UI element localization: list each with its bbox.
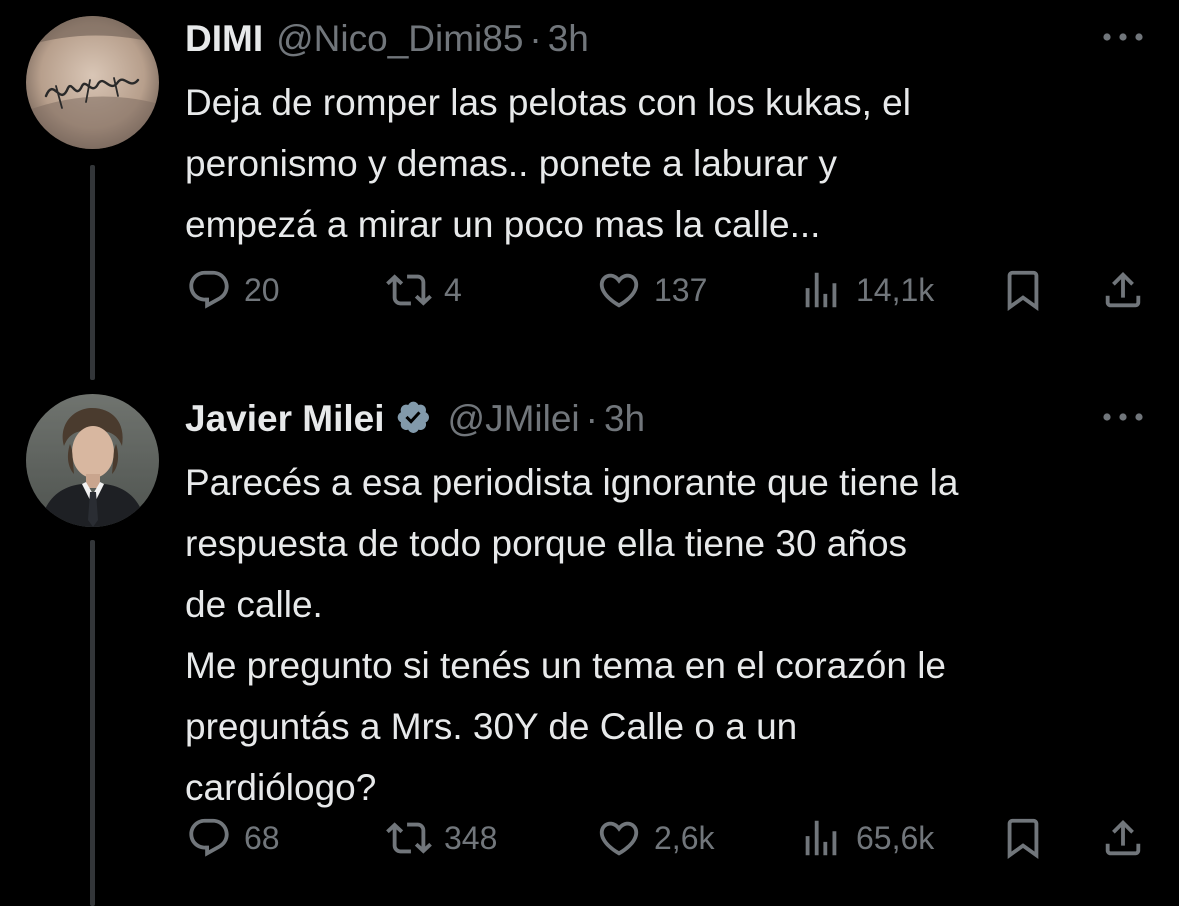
author-handle[interactable]: @JMilei: [448, 398, 580, 440]
tattoo-signature-avatar: [26, 16, 159, 149]
retweet-count: 348: [444, 819, 498, 856]
avatar[interactable]: [26, 394, 159, 527]
views-button[interactable]: 14,1k: [798, 265, 934, 315]
timestamp[interactable]: 3h: [548, 18, 589, 60]
action-bar: 20 4 137 14,1k: [186, 265, 1149, 315]
views-count: 65,6k: [856, 819, 935, 856]
tweet[interactable]: Javier Milei @JMilei · 3h Parecés a esa …: [0, 380, 1179, 906]
avatar[interactable]: [26, 16, 159, 149]
like-icon: [599, 821, 639, 856]
tweet-text-line: cardiólogo?: [185, 767, 377, 808]
tweet-text-line: respuesta de todo porque ella tiene 30 a…: [185, 523, 908, 564]
reply-count: 20: [244, 271, 280, 308]
bookmark-button[interactable]: [1000, 265, 1046, 315]
separator: ·: [585, 398, 598, 439]
retweet-icon: [386, 274, 432, 306]
share-button[interactable]: [1100, 813, 1146, 863]
retweet-count: 4: [444, 271, 462, 308]
like-button[interactable]: 2,6k: [596, 813, 714, 863]
like-count: 137: [654, 271, 708, 308]
tweet-text: Parecés a esa periodista ignorante que t…: [185, 452, 1159, 818]
verified-badge-icon[interactable]: [395, 399, 435, 439]
tweet-header: DIMI @Nico_Dimi85 · 3h: [185, 15, 1149, 63]
tweet-text-line: Deja de romper las pelotas con los kukas…: [185, 82, 911, 123]
tweet-text-line: de calle.: [185, 584, 323, 625]
action-bar: 68 348 2,6k 65,6k: [186, 813, 1149, 863]
thread-line: [90, 540, 95, 906]
bookmark-icon: [1007, 270, 1039, 311]
like-icon: [599, 273, 639, 308]
reply-count: 68: [244, 819, 280, 856]
tweet-text-line: Me pregunto si tenés un tema en el coraz…: [185, 645, 947, 686]
reply-icon: [189, 270, 229, 309]
bookmark-icon: [1007, 818, 1039, 859]
tweet[interactable]: DIMI @Nico_Dimi85 · 3h Deja de romper la…: [0, 0, 1179, 380]
tweet-header: Javier Milei @JMilei · 3h: [185, 395, 1149, 443]
more-icon[interactable]: [1099, 405, 1147, 429]
like-button[interactable]: 137: [596, 265, 707, 315]
separator: ·: [529, 18, 542, 59]
reply-button[interactable]: 20: [186, 265, 280, 315]
share-button[interactable]: [1100, 265, 1146, 315]
tweet-text-line: empezá a mirar un poco mas la calle...: [185, 204, 821, 245]
views-icon: [805, 272, 837, 308]
tweet-text-line: peronismo y demas.. ponete a laburar y: [185, 143, 837, 184]
like-count: 2,6k: [654, 819, 715, 856]
retweet-icon: [386, 822, 432, 854]
share-icon: [1105, 819, 1141, 856]
timestamp[interactable]: 3h: [604, 398, 645, 440]
author-handle[interactable]: @Nico_Dimi85: [276, 18, 523, 60]
tweet-text-line: Parecés a esa periodista ignorante que t…: [185, 462, 959, 503]
views-count: 14,1k: [856, 271, 935, 308]
reply-button[interactable]: 68: [186, 813, 280, 863]
more-icon[interactable]: [1099, 25, 1147, 49]
thread-line: [90, 165, 95, 380]
author-name[interactable]: Javier Milei: [185, 398, 385, 440]
tweet-text-line: preguntás a Mrs. 30Y de Calle o a un: [185, 706, 798, 747]
retweet-button[interactable]: 348: [386, 813, 497, 863]
views-button[interactable]: 65,6k: [798, 813, 934, 863]
man-in-suit-avatar: [26, 394, 159, 527]
share-icon: [1105, 271, 1141, 308]
author-name[interactable]: DIMI: [185, 18, 263, 60]
views-icon: [805, 820, 837, 856]
tweet-text: Deja de romper las pelotas con los kukas…: [185, 72, 1159, 255]
retweet-button[interactable]: 4: [386, 265, 462, 315]
bookmark-button[interactable]: [1000, 813, 1046, 863]
reply-icon: [189, 818, 229, 857]
